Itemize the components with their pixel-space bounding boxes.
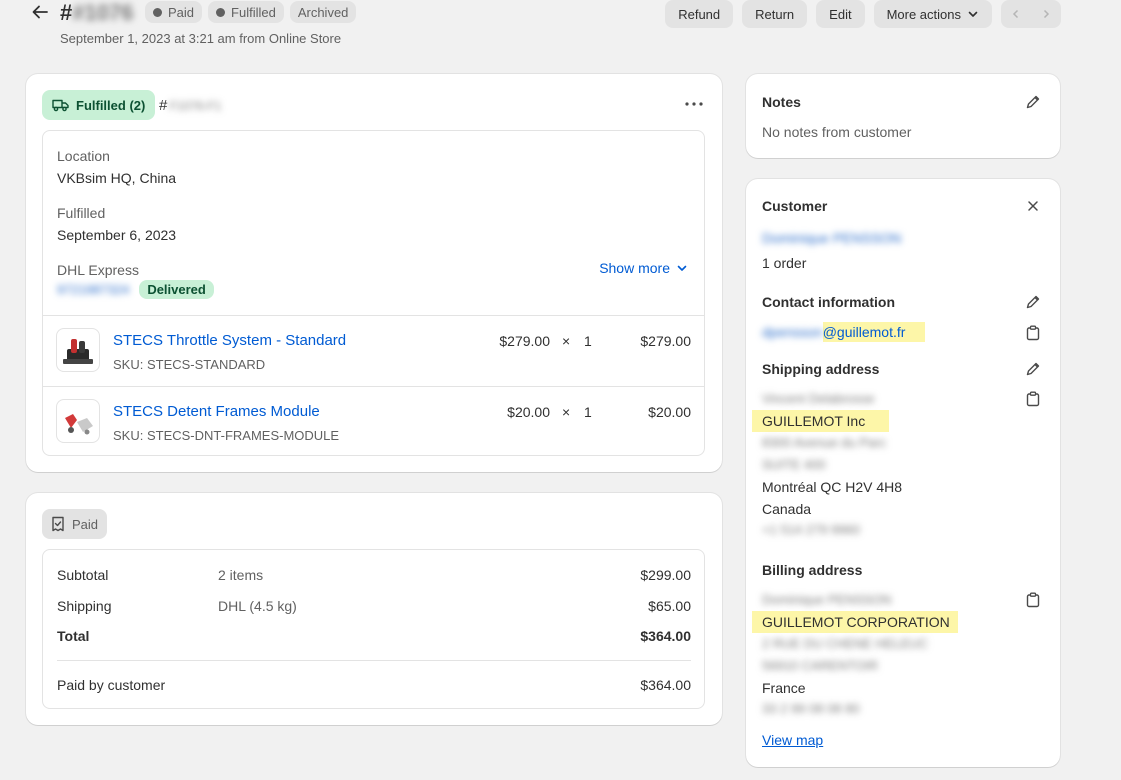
status-dot-icon	[216, 7, 226, 17]
billing-street: 2 RUE DU CHENE HELEUC	[762, 636, 929, 651]
chevron-down-icon	[968, 11, 978, 17]
order-count: 1 order	[762, 255, 807, 271]
product-thumbnail	[56, 328, 100, 372]
shipping-phone: +1 514 279 9960	[762, 522, 860, 537]
fulfilled-badge: Fulfilled	[208, 1, 284, 23]
shipping-city: Montréal QC H2V 4H8	[762, 479, 903, 495]
tracking-row: 9721987324 Delivered	[57, 280, 214, 299]
paid-by-customer-value: $364.00	[640, 677, 691, 693]
divider	[57, 660, 691, 661]
back-arrow-icon[interactable]	[28, 0, 52, 24]
fulfilled-date: September 6, 2023	[57, 227, 177, 243]
more-actions-button[interactable]: More actions	[873, 0, 992, 28]
customer-card: Customer Dominique PENSSON 1 order Conta…	[746, 179, 1060, 767]
tracking-number[interactable]: 9721987324	[57, 282, 129, 297]
paid-badge: Paid	[145, 1, 203, 23]
shipping-name: Vincent Delabrosse	[762, 391, 875, 406]
times-sign: ×	[562, 333, 571, 349]
previous-order-icon[interactable]	[1001, 0, 1031, 28]
carrier-label: DHL Express	[57, 262, 139, 278]
status-dot-icon	[153, 7, 162, 17]
archived-badge: Archived	[289, 1, 357, 23]
line-item: STECS Throttle System - Standard SKU: ST…	[43, 316, 704, 386]
billing-country: France	[762, 680, 806, 696]
total-value: $364.00	[640, 628, 691, 644]
customer-name-link[interactable]: Dominique PENSSON	[762, 230, 901, 246]
product-thumbnail	[56, 399, 100, 443]
next-order-icon[interactable]	[1031, 0, 1061, 28]
return-button[interactable]: Return	[742, 0, 808, 28]
product-sku: SKU: STECS-STANDARD	[113, 357, 266, 372]
page-header: # #1076 Paid Fulfilled Archived September…	[0, 0, 1121, 60]
times-sign: ×	[562, 404, 571, 420]
product-sku: SKU: STECS-DNT-FRAMES-MODULE	[113, 428, 340, 443]
close-icon[interactable]	[1022, 195, 1044, 217]
payment-summary: Subtotal 2 items $299.00 Shipping DHL (4…	[42, 549, 705, 709]
subtotal-value: $299.00	[640, 567, 691, 583]
line-total: $279.00	[640, 333, 691, 349]
delivered-badge: Delivered	[139, 280, 214, 299]
email-link[interactable]: dpensson @guillemot.fr	[762, 322, 926, 342]
shipping-desc: DHL (4.5 kg)	[218, 598, 297, 614]
notes-text: No notes from customer	[762, 124, 912, 140]
unit-price: $20.00	[507, 404, 550, 420]
fulfillment-card: Fulfilled (2) # F1076-F1 Location VKBsim …	[26, 74, 722, 472]
location-label: Location	[57, 148, 110, 164]
edit-pencil-icon[interactable]	[1022, 358, 1044, 380]
copy-icon[interactable]	[1022, 388, 1044, 410]
shipping-label: Shipping	[57, 598, 112, 614]
shipping-value: $65.00	[648, 598, 691, 614]
refund-button[interactable]: Refund	[665, 0, 734, 28]
edit-pencil-icon[interactable]	[1022, 91, 1044, 113]
edit-pencil-icon[interactable]	[1022, 291, 1044, 313]
fulfilled-label: Fulfilled	[57, 205, 106, 221]
billing-city: 56910 CARENTOIR	[762, 658, 879, 673]
fulfilled-count-badge: Fulfilled (2)	[42, 90, 156, 120]
location-value: VKBsim HQ, China	[57, 170, 177, 186]
notes-title: Notes	[762, 94, 801, 110]
customer-title: Customer	[762, 198, 828, 214]
quantity: 1	[584, 404, 592, 420]
subtotal-label: Subtotal	[57, 567, 109, 583]
billing-phone: 33 2 99 08 08 80	[762, 701, 860, 716]
copy-icon[interactable]	[1022, 322, 1044, 344]
line-total: $20.00	[648, 404, 691, 420]
fulfillment-details: Location VKBsim HQ, China Fulfilled Sept…	[42, 130, 705, 456]
shipping-street: 8300 Avenue du Parc	[762, 435, 887, 450]
chevron-down-icon	[677, 265, 687, 271]
line-item: STECS Detent Frames Module SKU: STECS-DN…	[43, 387, 704, 457]
shipping-company: GUILLEMOT Inc	[752, 410, 890, 432]
product-link[interactable]: STECS Throttle System - Standard	[113, 332, 346, 349]
payment-card: Paid Subtotal 2 items $299.00 Shipping D…	[26, 493, 722, 725]
copy-icon[interactable]	[1022, 589, 1044, 611]
subtotal-desc: 2 items	[218, 567, 264, 583]
status-badges: Paid Fulfilled Archived	[145, 1, 357, 23]
paid-status-badge: Paid	[42, 509, 108, 539]
unit-price: $279.00	[499, 333, 550, 349]
order-title: # #1076	[60, 0, 134, 25]
truck-icon	[52, 99, 69, 112]
order-pager	[1001, 0, 1061, 28]
contact-info-title: Contact information	[762, 294, 895, 310]
paid-by-customer-label: Paid by customer	[57, 677, 166, 693]
billing-address-title: Billing address	[762, 562, 863, 578]
shipping-suite: SUITE 400	[762, 457, 826, 472]
notes-card: Notes No notes from customer	[746, 74, 1060, 158]
billing-name: Dominique PENSSON	[762, 592, 892, 607]
header-actions: Refund Return Edit More actions	[665, 0, 1061, 28]
billing-company: GUILLEMOT CORPORATION	[752, 611, 958, 633]
order-number: #1076	[72, 0, 134, 25]
show-more-button[interactable]: Show more	[599, 260, 688, 276]
order-subtitle: September 1, 2023 at 3:21 am from Online…	[60, 31, 342, 46]
total-label: Total	[57, 628, 90, 644]
edit-button[interactable]: Edit	[816, 0, 865, 28]
shipping-country: Canada	[762, 501, 812, 517]
shipping-address-title: Shipping address	[762, 361, 880, 377]
more-options-icon[interactable]	[682, 92, 706, 116]
view-map-link[interactable]: View map	[762, 732, 823, 748]
quantity: 1	[584, 333, 592, 349]
receipt-check-icon	[52, 516, 64, 532]
product-link[interactable]: STECS Detent Frames Module	[113, 403, 320, 420]
fulfillment-id: # F1076-F1	[159, 97, 222, 114]
